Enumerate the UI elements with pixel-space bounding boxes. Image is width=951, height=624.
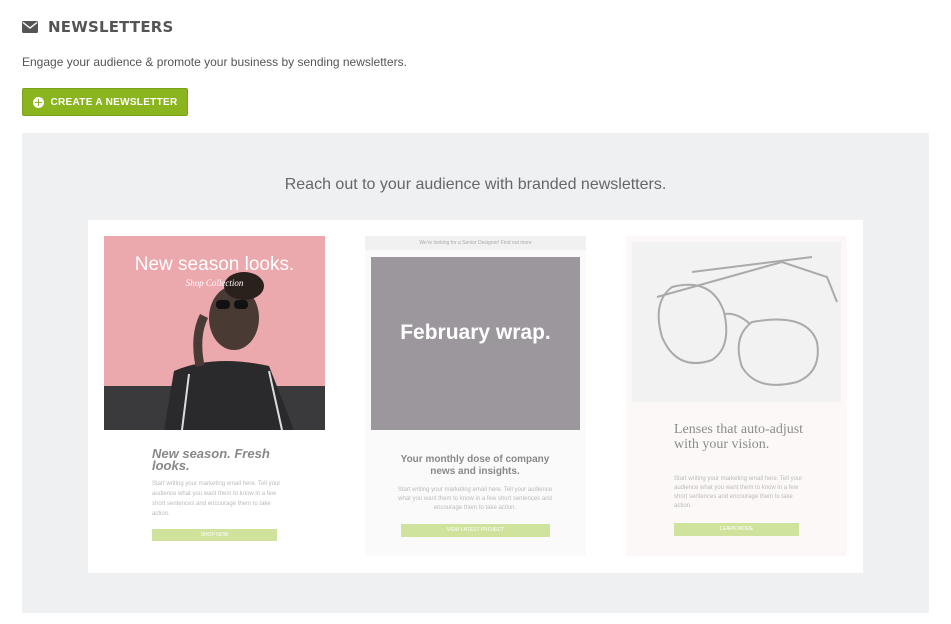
fashion-body: Start writing your marketing email here.… bbox=[152, 481, 281, 517]
create-newsletter-label: CREATE A NEWSLETTER bbox=[50, 96, 178, 108]
company-news-body: Start writing your marketing email here.… bbox=[397, 487, 553, 511]
newsletter-promo: Reach out to your audience with branded … bbox=[22, 133, 929, 613]
fashion-image-subline: Shop Collection bbox=[185, 278, 244, 288]
page-title: NEWSLETTERS bbox=[48, 18, 174, 36]
fashion-model-image: New season looks. Shop Collection bbox=[104, 236, 325, 430]
templates-preview: New season looks. Shop Collection New se… bbox=[88, 220, 863, 573]
envelope-icon bbox=[22, 21, 38, 33]
page-header: NEWSLETTERS bbox=[22, 18, 174, 36]
template-card-fashion: New season looks. Shop Collection New se… bbox=[104, 236, 325, 556]
template-card-lenses: Lenses that auto-adjust with your vision… bbox=[626, 236, 847, 556]
fashion-image-headline: New season looks. bbox=[134, 254, 295, 275]
company-news-title: Your monthly dose of company news and in… bbox=[400, 454, 550, 477]
glasses-image bbox=[632, 242, 841, 402]
template-card-company-news: We're looking for a Senior Designer! Fin… bbox=[365, 236, 586, 556]
create-newsletter-button[interactable]: CREATE A NEWSLETTER bbox=[22, 88, 188, 116]
company-news-image-headline: February wrap. bbox=[400, 321, 551, 344]
page-subtitle: Engage your audience & promote your busi… bbox=[22, 55, 407, 69]
lenses-title: Lenses that auto-adjust with your vision… bbox=[674, 422, 804, 452]
fashion-title: New season. Fresh looks. bbox=[152, 446, 270, 473]
promo-heading: Reach out to your audience with branded … bbox=[284, 176, 667, 193]
lenses-cta-button: LEARN MORE bbox=[674, 523, 799, 536]
plus-circle-icon bbox=[32, 96, 44, 108]
lenses-body: Start writing your marketing email here.… bbox=[674, 476, 803, 509]
company-news-image: February wrap. bbox=[371, 257, 580, 430]
fashion-cta-button: SHOP NOW bbox=[152, 529, 277, 541]
company-news-cta-button: VIEW LATEST PROJECT bbox=[401, 524, 550, 537]
company-news-top-bar: We're looking for a Senior Designer! Fin… bbox=[365, 236, 586, 250]
